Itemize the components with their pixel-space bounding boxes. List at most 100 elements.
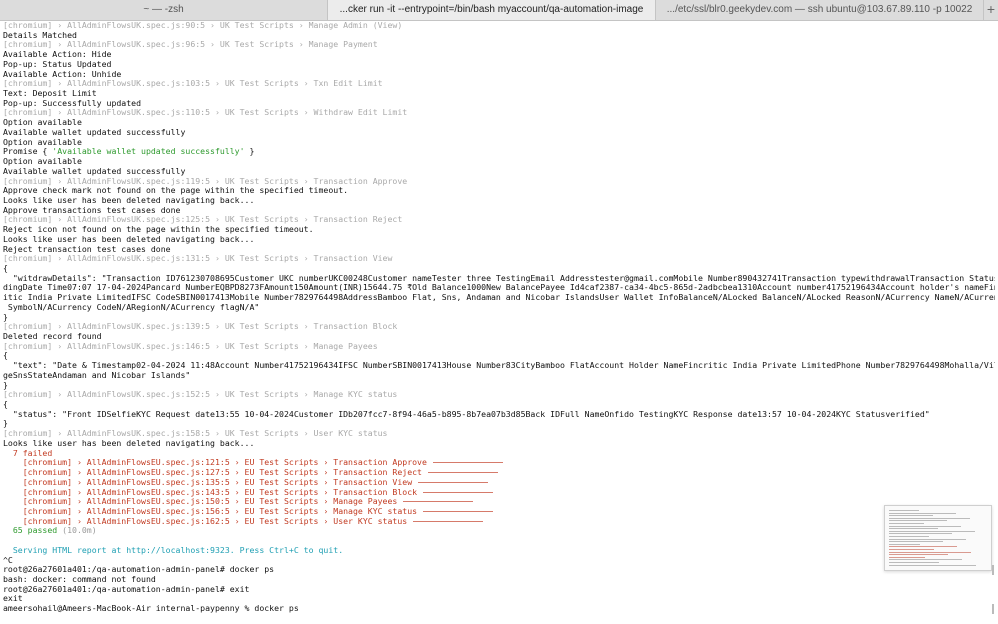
terminal-line-text: Available Action: Hide: [3, 50, 112, 60]
failure-underline: [432, 462, 503, 464]
thumbnail-line: [889, 554, 948, 556]
terminal-line-text: {: [3, 351, 8, 361]
terminal-line: [chromium] › AllAdminFlowsEU.spec.js:150…: [3, 497, 995, 507]
thumbnail-line: [889, 510, 919, 511]
terminal-line: Looks like user has been deleted navigat…: [3, 235, 995, 245]
terminal-line-text: Pop-up: Status Updated: [3, 59, 112, 69]
terminal-line-text: exit: [3, 594, 23, 604]
terminal-line: }: [3, 313, 995, 323]
terminal-line: [chromium] › AllAdminFlowsEU.spec.js:127…: [3, 468, 995, 478]
terminal-line-text: [chromium] › AllAdminFlowsUK.spec.js:139…: [3, 322, 398, 332]
thumbnail-line: [889, 528, 938, 530]
terminal-line-text: [chromium] › AllAdminFlowsUK.spec.js:131…: [3, 254, 393, 264]
terminal-line: [chromium] › AllAdminFlowsEU.spec.js:156…: [3, 507, 995, 517]
terminal-line: Looks like user has been deleted navigat…: [3, 196, 995, 206]
terminal-line: Reject transaction test cases done: [3, 245, 995, 255]
terminal-line-text: [chromium] › AllAdminFlowsUK.spec.js:146…: [3, 341, 378, 351]
terminal-line-text: geSnsStateAndaman and Nicobar Islands": [3, 370, 191, 380]
terminal-line-text: Reject transaction test cases done: [3, 244, 171, 254]
terminal-line: [chromium] › AllAdminFlowsUK.spec.js:125…: [3, 215, 995, 225]
terminal-line-text: Available wallet updated successfully: [3, 127, 186, 137]
terminal-line: Available Action: Unhide: [3, 70, 995, 80]
new-tab-button[interactable]: +: [984, 0, 998, 20]
terminal-line: "text": "Date & Timestamp02-04-2024 11:4…: [3, 361, 995, 371]
tab-ssh[interactable]: .../etc/ssl/blr0.geekydev.com — ssh ubun…: [656, 0, 984, 20]
terminal-line-text: ^C: [3, 555, 13, 565]
terminal-output[interactable]: [chromium] › AllAdminFlowsUK.spec.js:90:…: [3, 21, 995, 621]
terminal-line: Approve transactions test cases done: [3, 206, 995, 216]
terminal-line-text: [chromium] › AllAdminFlowsUK.spec.js:110…: [3, 108, 408, 118]
terminal-line-text: Option available: [3, 157, 82, 167]
terminal-line-text: ameersohail@Ameers-MacBook-Air internal-…: [3, 604, 299, 614]
terminal-line-text: Option available: [3, 137, 82, 147]
terminal-line: dingDate Time07:07 17-04-2024Pancard Num…: [3, 283, 995, 293]
terminal-line: exit: [3, 594, 995, 604]
terminal-line-text: [chromium] › AllAdminFlowsEU.spec.js:162…: [3, 516, 408, 526]
terminal-line: "witdrawDetails": "Transaction ID7612307…: [3, 274, 995, 284]
terminal-line-text: 7 failed: [3, 448, 53, 458]
scroll-indicator: [992, 604, 994, 614]
terminal-line-text: Looks like user has been deleted navigat…: [3, 438, 255, 448]
terminal-line-text: [chromium] › AllAdminFlowsEU.spec.js:121…: [3, 458, 427, 468]
terminal-line: {: [3, 351, 995, 361]
terminal-line-text: [chromium] › AllAdminFlowsUK.spec.js:103…: [3, 79, 383, 89]
terminal-line: SymbolN/ACurrency CodeN/ARegionN/ACurren…: [3, 303, 995, 313]
terminal-line: [chromium] › AllAdminFlowsEU.spec.js:135…: [3, 478, 995, 488]
failure-underline: [418, 481, 489, 483]
terminal-line: {: [3, 264, 995, 274]
terminal-line: [chromium] › AllAdminFlowsUK.spec.js:152…: [3, 390, 995, 400]
tab-zsh[interactable]: ~ — -zsh: [0, 0, 328, 20]
tab-docker-run[interactable]: ...cker run -it --entrypoint=/bin/bash m…: [328, 0, 656, 20]
thumbnail-line: [889, 520, 947, 522]
terminal-line: root@26a27601a401:/qa-automation-admin-p…: [3, 565, 995, 575]
terminal-line: [chromium] › AllAdminFlowsUK.spec.js:119…: [3, 177, 995, 187]
terminal-line: [chromium] › AllAdminFlowsUK.spec.js:90:…: [3, 21, 995, 31]
terminal-line: Option available: [3, 157, 995, 167]
terminal-line: Text: Deposit Limit: [3, 89, 995, 99]
terminal-line-text: 65 passed: [3, 526, 58, 536]
terminal-line-text: [chromium] › AllAdminFlowsUK.spec.js:158…: [3, 429, 388, 439]
terminal-line-text: "text": "Date & Timestamp02-04-2024 11:4…: [3, 361, 995, 371]
terminal-line-text: [chromium] › AllAdminFlowsEU.spec.js:156…: [3, 506, 418, 516]
terminal-line: Approve check mark not found on the page…: [3, 186, 995, 196]
terminal-line-text: Available Action: Unhide: [3, 69, 122, 79]
terminal-line-text: [chromium] › AllAdminFlowsUK.spec.js:96:…: [3, 40, 378, 50]
terminal-line-text: [chromium] › AllAdminFlowsUK.spec.js:119…: [3, 176, 408, 186]
terminal-line: [chromium] › AllAdminFlowsUK.spec.js:158…: [3, 429, 995, 439]
terminal-line-text: Deleted record found: [3, 332, 102, 341]
window-preview-thumbnail[interactable]: [884, 505, 992, 571]
failure-underline: [423, 491, 494, 493]
terminal-line: ^C: [3, 556, 995, 566]
terminal-line: Available wallet updated successfully: [3, 167, 995, 177]
terminal-line: itic India Private LimitedIFSC CodeSBIN0…: [3, 293, 995, 303]
thumbnail-line: [889, 523, 924, 524]
terminal-line-text: }: [3, 419, 8, 429]
terminal-line-text: Reject icon not found on the page within…: [3, 225, 314, 235]
terminal-line: [chromium] › AllAdminFlowsUK.spec.js:96:…: [3, 40, 995, 50]
failure-underline: [428, 472, 498, 474]
terminal-line: Reject icon not found on the page within…: [3, 225, 995, 235]
terminal-line: "status": "Front IDSelfieKYC Request dat…: [3, 410, 995, 420]
terminal-line: Looks like user has been deleted navigat…: [3, 439, 995, 449]
terminal-line: [chromium] › AllAdminFlowsEU.spec.js:162…: [3, 517, 995, 527]
terminal-line: [chromium] › AllAdminFlowsUK.spec.js:103…: [3, 79, 995, 89]
terminal-line: ameersohail@Ameers-MacBook-Air internal-…: [3, 604, 995, 614]
thumbnail-line: [889, 546, 957, 548]
thumbnail-line: [889, 533, 952, 535]
thumbnail-line: [889, 549, 934, 550]
terminal-string-literal: 'Available wallet updated successfully': [52, 147, 245, 157]
terminal-line-text: Option available: [3, 118, 82, 128]
scroll-indicator: [992, 565, 994, 575]
terminal-line-text: {: [3, 400, 8, 410]
terminal-line: Pop-up: Successfully updated: [3, 99, 995, 109]
terminal-line: Promise { 'Available wallet updated succ…: [3, 147, 995, 157]
terminal-line: [chromium] › AllAdminFlowsUK.spec.js:131…: [3, 254, 995, 264]
terminal-tab-bar: ~ — -zsh ...cker run -it --entrypoint=/b…: [0, 0, 998, 21]
terminal-line-text: [chromium] › AllAdminFlowsUK.spec.js:90:…: [3, 21, 403, 30]
terminal-line: Available wallet updated successfully: [3, 128, 995, 138]
terminal-line: root@26a27601a401:/qa-automation-admin-p…: [3, 585, 995, 595]
thumbnail-line: [889, 564, 976, 566]
thumbnail-line: [889, 512, 956, 514]
terminal-line-text: [chromium] › AllAdminFlowsEU.spec.js:135…: [3, 477, 413, 487]
terminal-line-text: SymbolN/ACurrency CodeN/ARegionN/ACurren…: [3, 302, 260, 312]
